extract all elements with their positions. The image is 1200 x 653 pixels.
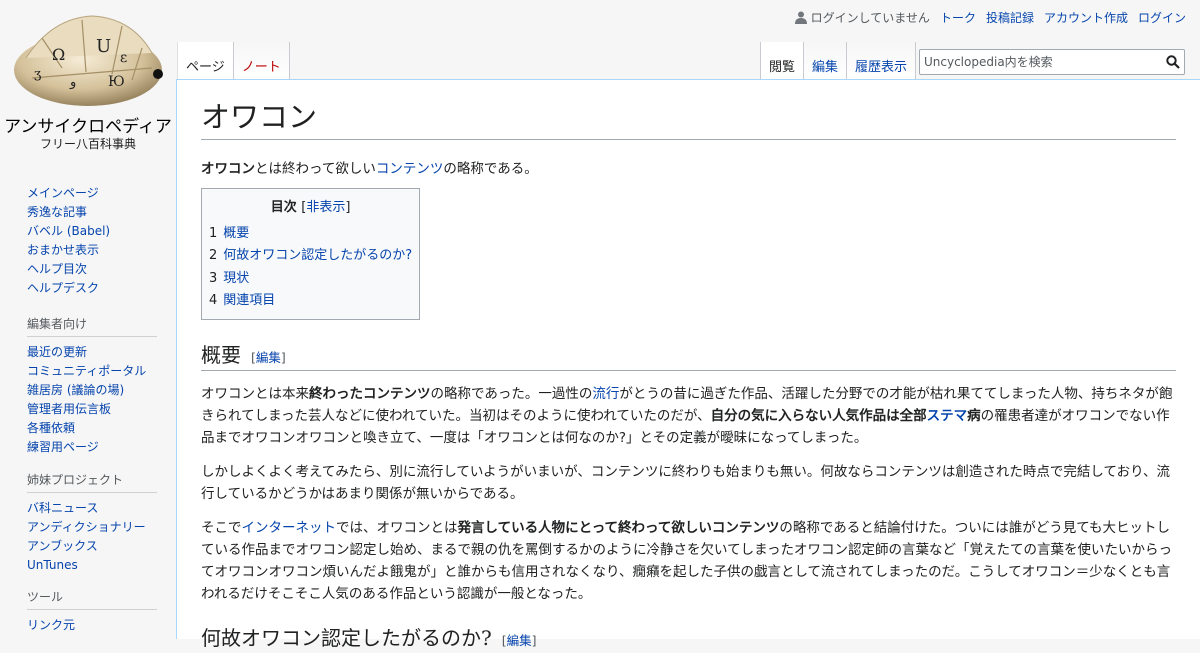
sidebar-tools: ツール リンク元 — [27, 588, 157, 635]
sidebar-sister-projects: 姉妹プロジェクト バ科ニュース アンディクショナリー アンブックス UnTune… — [27, 471, 157, 575]
svg-text:Ω: Ω — [52, 45, 65, 64]
intro-paragraph: オワコンとは終わって欲しいコンテンツの略称である。 — [201, 158, 1176, 180]
sidebar-heading-sister: 姉妹プロジェクト — [27, 471, 157, 493]
section-title: 概要 — [201, 342, 241, 367]
stealth-marketing-link[interactable]: ステマ — [927, 408, 968, 424]
text: そこで — [201, 519, 242, 536]
toc-link[interactable]: 概要 — [223, 226, 249, 241]
table-of-contents: 目次 [非表示] 1 概要 2 何故オワコン認定したがるのか? 3 現状 4 関連項目 — [201, 187, 421, 320]
toc-item[interactable]: 2 何故オワコン認定したがるのか? — [209, 245, 412, 268]
user-talk-link[interactable]: トーク — [940, 9, 976, 26]
tab-edit[interactable]: 編集 — [804, 42, 848, 80]
site-subtitle: フリー八百科事典 — [39, 137, 136, 151]
search-input[interactable] — [920, 50, 1150, 74]
toc-item[interactable]: 3 現状 — [209, 268, 412, 291]
toc-number: 4 — [209, 293, 218, 309]
sidebar-item-featured[interactable]: 秀逸な記事 — [27, 205, 87, 219]
sidebar-item-admin-board[interactable]: 管理者用伝言板 — [27, 402, 111, 416]
sidebar-heading-editors: 編集者向け — [27, 315, 157, 337]
section-edit-link[interactable]: 編集 — [507, 633, 532, 648]
section-heading-why: 何故オワコン認定したがるのか? [編集] — [201, 625, 1176, 653]
create-account-link[interactable]: アカウント作成 — [1044, 9, 1128, 26]
contents-link[interactable]: コンテンツ — [376, 161, 444, 177]
search-button[interactable] — [1166, 54, 1180, 73]
sidebar-item-unbooks[interactable]: アンブックス — [27, 539, 98, 553]
sidebar-editors: 編集者向け 最近の更新 コミュニティポータル 雑居房 (議論の場) 管理者用伝言… — [27, 315, 157, 457]
overview-paragraph-2: しかしよくよく考えてみたら、別に流行していようがいまいが、コンテンツに終わりも始… — [201, 463, 1171, 502]
personal-tools: ログインしていません トーク 投稿記録 アカウント作成 ログイン — [794, 9, 1186, 26]
sidebar-item-babel[interactable]: バベル (Babel) — [27, 224, 110, 238]
toc-number: 1 — [209, 225, 218, 241]
internet-link[interactable]: インターネット — [242, 520, 337, 536]
tab-page[interactable]: ページ — [177, 42, 234, 80]
trend-link[interactable]: 流行 — [592, 386, 619, 402]
toc-link[interactable]: 何故オワコン認定したがるのか? — [223, 248, 412, 263]
bold-text: 終わったコンテンツ — [309, 385, 431, 402]
section-edit: [編集] — [251, 349, 286, 365]
contributions-link[interactable]: 投稿記録 — [986, 9, 1034, 26]
tab-read[interactable]: 閲覧 — [760, 42, 805, 80]
toc-item[interactable]: 1 概要 — [209, 223, 412, 246]
sidebar-item-help[interactable]: ヘルプ目次 — [27, 262, 87, 276]
article-body: オワコンとは終わって欲しいコンテンツの略称である。 目次 [非表示] 1 概要 2… — [201, 158, 1176, 653]
tab-talk[interactable]: ノート — [233, 42, 290, 80]
section-title: 何故オワコン認定したがるのか? — [201, 625, 492, 650]
toc-number: 2 — [209, 248, 218, 264]
svg-text:ε: ε — [120, 50, 127, 66]
search-box — [919, 49, 1185, 75]
svg-text:U: U — [96, 36, 111, 57]
text: では、オワコンとは — [336, 519, 458, 536]
intro-text-1: とは終わって欲しい — [255, 160, 376, 177]
sidebar-item-sandbox[interactable]: 練習用ページ — [27, 440, 99, 454]
bold-text: 発言している人物にとって終わって欲しいコンテンツ — [457, 519, 780, 536]
search-icon — [1166, 55, 1180, 69]
toc-number: 3 — [209, 270, 218, 286]
sidebar-item-main-page[interactable]: メインページ — [27, 186, 99, 200]
section-heading-overview: 概要 [編集] — [201, 342, 1176, 371]
sidebar-item-recent-changes[interactable]: 最近の更新 — [27, 345, 87, 359]
text: オワコンとは本来 — [201, 385, 309, 402]
sidebar-item-helpdesk[interactable]: ヘルプデスク — [27, 281, 99, 295]
intro-bold-term: オワコン — [201, 160, 255, 177]
main-content: オワコン オワコンとは終わって欲しいコンテンツの略称である。 目次 [非表示] … — [176, 79, 1200, 650]
toc-heading: 目次 [非表示] — [270, 199, 351, 215]
sidebar-navigation: メインページ 秀逸な記事 バベル (Babel) おまかせ表示 ヘルプ目次 ヘル… — [27, 184, 157, 298]
bold-text: 自分の気に入らない人気作品は全部ステマ病 — [711, 408, 981, 424]
toc-toggle[interactable]: 非表示 — [306, 200, 345, 215]
svg-text:ʒ: ʒ — [34, 67, 41, 82]
text: の略称であった。一過性の — [430, 385, 593, 402]
sidebar-heading-tools: ツール — [27, 588, 157, 610]
section-edit: [編集] — [501, 632, 537, 648]
sidebar-item-requests[interactable]: 各種依頼 — [27, 421, 75, 435]
namespace-tabs: ページ ノート — [177, 42, 290, 80]
tab-history[interactable]: 履歴表示 — [847, 42, 917, 80]
toc-link[interactable]: 関連項目 — [223, 293, 275, 308]
view-tabs: 閲覧 編集 履歴表示 — [760, 42, 917, 80]
svg-text:Ю: Ю — [108, 74, 125, 90]
sidebar-item-untunes[interactable]: UnTunes — [27, 558, 78, 572]
sidebar-item-community-portal[interactable]: コミュニティポータル — [27, 364, 146, 378]
section-edit-link[interactable]: 編集 — [256, 350, 281, 365]
overview-paragraph-3: そこでインターネットでは、オワコンとは発言している人物にとって終わって欲しいコン… — [201, 517, 1176, 605]
toc-item[interactable]: 4 関連項目 — [209, 290, 412, 313]
login-link[interactable]: ログイン — [1138, 9, 1186, 26]
not-logged-in-label: ログインしていません — [810, 11, 930, 25]
toc-title: 目次 — [270, 199, 297, 215]
sidebar-item-undictionary[interactable]: アンディクショナリー — [27, 520, 146, 534]
sidebar-item-village-pump[interactable]: 雑居房 (議論の場) — [27, 383, 124, 397]
intro-text-2: の略称である。 — [443, 160, 538, 177]
svg-text:و: و — [69, 75, 76, 90]
puzzle-globe-logo: Ω U ε Ю و ʒ — [14, 15, 163, 106]
user-icon — [794, 11, 807, 24]
site-title: アンサイクロペディア — [4, 117, 172, 137]
bold-text-part: 病 — [967, 407, 981, 424]
toc-link[interactable]: 現状 — [223, 271, 249, 286]
sidebar-item-unnews[interactable]: バ科ニュース — [27, 501, 98, 515]
bold-text-part: 自分の気に入らない人気作品は全部 — [710, 407, 927, 424]
overview-paragraph-1: オワコンとは本来終わったコンテンツの略称であった。一過性の流行がとうの昔に過ぎた… — [201, 383, 1176, 449]
site-logo[interactable]: Ω U ε Ю و ʒ アンサイクロペディア フリー八百科事典 — [0, 0, 176, 160]
not-logged-in: ログインしていません — [794, 9, 930, 26]
sidebar-item-random[interactable]: おまかせ表示 — [27, 243, 99, 257]
page-title: オワコン — [201, 100, 1176, 140]
